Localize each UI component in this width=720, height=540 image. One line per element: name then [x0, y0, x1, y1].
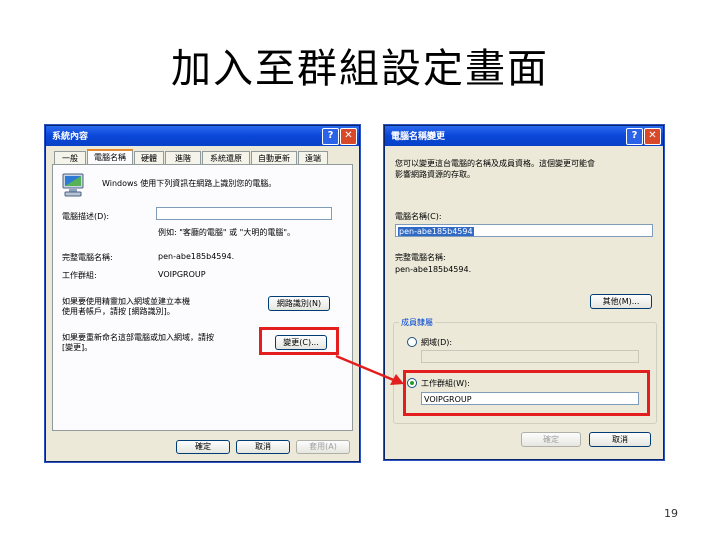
tab-system-restore[interactable]: 系統還原 — [202, 151, 250, 164]
workgroup-highlight — [403, 370, 650, 416]
workgroup-value: VOIPGROUP — [158, 270, 206, 279]
tab-general[interactable]: 一般 — [54, 151, 86, 164]
domain-input[interactable] — [421, 350, 639, 363]
workgroup-label: 工作群組: — [62, 271, 97, 280]
rename-text-line2: [變更]。 — [62, 343, 93, 352]
computer-icon — [60, 172, 86, 198]
network-id-button[interactable]: 網路識別(N) — [268, 296, 330, 311]
description-input[interactable] — [156, 207, 332, 220]
system-properties-window: 系統內容 ? ✕ 一般 電腦名稱 硬體 進階 系統還原 自動更新 遠端 Wind… — [45, 125, 360, 462]
tab-remote[interactable]: 遠端 — [298, 151, 328, 164]
change-button-highlight — [259, 327, 339, 355]
help-button[interactable]: ? — [322, 128, 339, 145]
computer-name-value: pen-abe185b4594 — [398, 227, 474, 236]
ok-button[interactable]: 確定 — [176, 440, 230, 454]
title-bar: 系統內容 ? ✕ — [46, 126, 359, 146]
tab-auto-update[interactable]: 自動更新 — [251, 151, 297, 164]
full-name-value: pen-abe185b4594. — [158, 252, 235, 261]
help-button[interactable]: ? — [626, 128, 643, 145]
example-text: 例如: "客廳的電腦" 或 "大明的電腦"。 — [158, 228, 296, 237]
window-title: 系統內容 — [52, 132, 89, 142]
intro-text-line1: 您可以變更這台電腦的名稱及成員資格。這個變更可能會 — [395, 159, 595, 168]
tab-computer-name[interactable]: 電腦名稱 — [87, 149, 133, 164]
full-name-label: 完整電腦名稱: — [62, 253, 113, 262]
computer-name-label: 電腦名稱(C): — [395, 212, 442, 221]
domain-label: 網域(D): — [421, 338, 453, 347]
cancel-button[interactable]: 取消 — [589, 432, 651, 447]
description-label: 電腦描述(D): — [62, 212, 110, 221]
intro-text-line2: 影響網路資源的存取。 — [395, 170, 475, 179]
apply-button[interactable]: 套用(A) — [296, 440, 350, 454]
close-button[interactable]: ✕ — [340, 128, 357, 145]
full-name-label: 完整電腦名稱: — [395, 253, 446, 262]
member-of-label: 成員隸屬 — [399, 317, 435, 328]
domain-radio[interactable] — [407, 337, 417, 347]
close-button[interactable]: ✕ — [644, 128, 661, 145]
network-id-text-line2: 使用者帳戶，請按 [網路識別]。 — [62, 307, 175, 316]
tab-advanced[interactable]: 進階 — [165, 151, 201, 164]
title-bar: 電腦名稱變更 ? ✕ — [385, 126, 663, 146]
tab-hardware[interactable]: 硬體 — [134, 151, 164, 164]
computer-name-input[interactable]: pen-abe185b4594 — [395, 224, 653, 237]
page-number: 19 — [664, 507, 678, 520]
ok-button[interactable]: 確定 — [521, 432, 581, 447]
slide-title: 加入至群組設定畫面 — [171, 46, 549, 92]
intro-text: Windows 使用下列資訊在網路上識別您的電腦。 — [102, 179, 277, 188]
arrow-icon — [335, 354, 404, 385]
window-title: 電腦名稱變更 — [391, 132, 446, 142]
more-button[interactable]: 其他(M)... — [590, 294, 652, 309]
full-name-value: pen-abe185b4594. — [395, 265, 472, 274]
cancel-button[interactable]: 取消 — [236, 440, 290, 454]
